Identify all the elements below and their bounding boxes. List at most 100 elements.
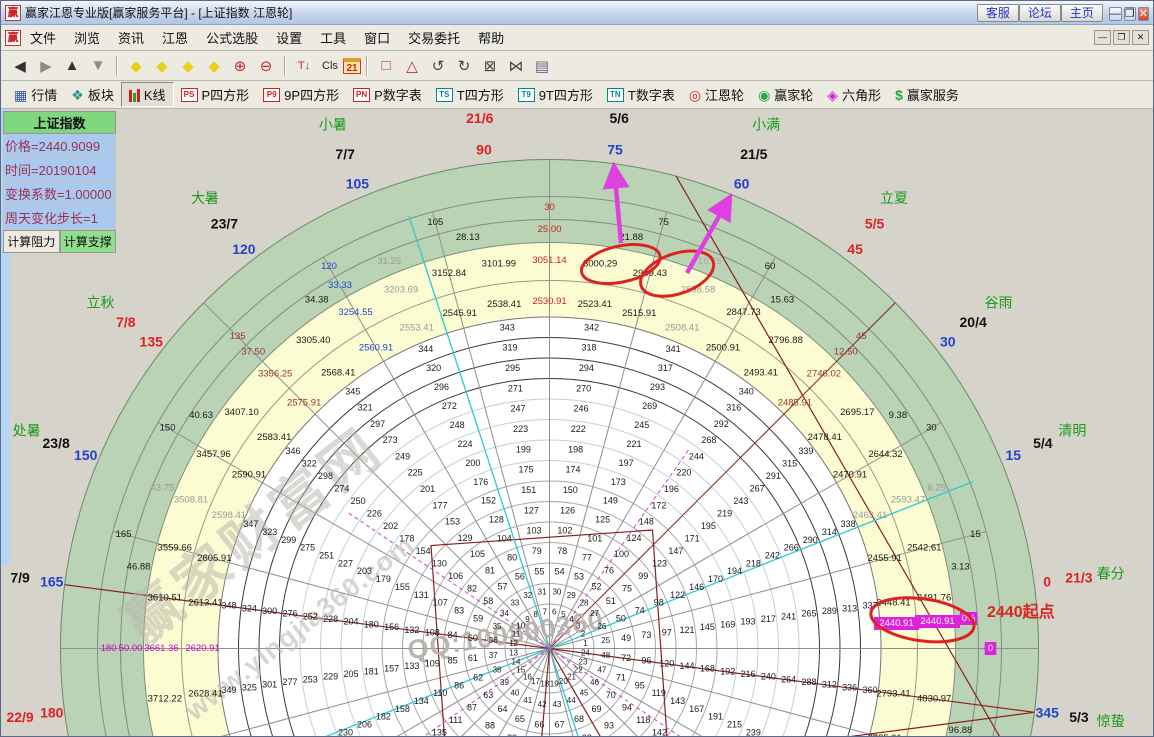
expand-icon[interactable]: ⊠ bbox=[478, 55, 502, 77]
zoom-out-icon[interactable]: ⊖ bbox=[254, 55, 278, 77]
sectors-button-label: 板块 bbox=[87, 88, 114, 103]
square-tool-icon[interactable]: □ bbox=[374, 55, 398, 77]
svg-text:29: 29 bbox=[567, 591, 576, 600]
svg-text:2598.41: 2598.41 bbox=[212, 510, 246, 521]
svg-text:247: 247 bbox=[510, 404, 525, 414]
svg-text:292: 292 bbox=[714, 419, 729, 429]
svg-text:227: 227 bbox=[338, 558, 353, 568]
svg-text:120: 120 bbox=[232, 241, 256, 257]
svg-text:2545.91: 2545.91 bbox=[443, 308, 477, 319]
mdi-close-button[interactable]: ✕ bbox=[1132, 30, 1149, 45]
svg-text:2530.91: 2530.91 bbox=[532, 296, 566, 307]
menu-item-交易委托[interactable]: 交易委托 bbox=[399, 28, 469, 49]
svg-text:170: 170 bbox=[708, 574, 723, 584]
nav-next-icon[interactable]: ▶ bbox=[34, 55, 58, 77]
svg-text:243: 243 bbox=[733, 496, 748, 506]
svg-text:296: 296 bbox=[434, 382, 449, 392]
triangle-tool-icon[interactable]: △ bbox=[400, 55, 424, 77]
svg-text:1: 1 bbox=[583, 639, 588, 648]
t-table-button[interactable]: TN T数字表 bbox=[600, 83, 682, 106]
calc-resistance-button[interactable]: 计算阻力 bbox=[3, 230, 60, 253]
zoom-in-icon[interactable]: ⊕ bbox=[228, 55, 252, 77]
menu-item-工具[interactable]: 工具 bbox=[311, 28, 355, 49]
kline-button[interactable]: K线 bbox=[120, 82, 174, 107]
svg-text:21/6: 21/6 bbox=[466, 110, 493, 126]
svg-text:290: 290 bbox=[803, 535, 818, 545]
mdi-restore-button[interactable]: ❐ bbox=[1113, 30, 1130, 45]
gann-wheel[interactable]: 赢家财富网www.yingjia360.comQQ:10080036012345… bbox=[1, 109, 1154, 737]
shrink-icon[interactable]: ⋈ bbox=[504, 55, 528, 77]
svg-text:12.50: 12.50 bbox=[834, 347, 858, 358]
board-icon[interactable]: ▤ bbox=[530, 55, 554, 77]
hexagon-icon: ◈ bbox=[827, 86, 839, 103]
calc-support-button[interactable]: 计算支撑 bbox=[59, 230, 116, 253]
calendar-icon[interactable]: 21 bbox=[343, 57, 361, 74]
svg-text:43: 43 bbox=[552, 700, 561, 709]
customer-service-button[interactable]: 客服 bbox=[976, 3, 1019, 22]
gann-wheel-icon: ◎ bbox=[688, 86, 702, 103]
svg-text:135: 135 bbox=[140, 334, 164, 350]
svg-text:40: 40 bbox=[510, 689, 519, 698]
cls-button[interactable]: Cls bbox=[318, 55, 342, 77]
diamond-up-icon[interactable]: ◆ bbox=[176, 55, 200, 77]
menu-item-设置[interactable]: 设置 bbox=[267, 28, 311, 49]
restore-button[interactable]: ❐ bbox=[1123, 6, 1136, 21]
svg-text:54: 54 bbox=[555, 566, 565, 576]
sectors-button[interactable]: ❖ 板块 bbox=[64, 83, 121, 106]
svg-text:77: 77 bbox=[582, 553, 592, 563]
range-tool-icon[interactable]: T↓ bbox=[292, 55, 316, 77]
menu-item-公式选股[interactable]: 公式选股 bbox=[197, 28, 267, 49]
nav-prev-icon[interactable]: ◀ bbox=[8, 55, 32, 77]
svg-text:50: 50 bbox=[616, 613, 626, 623]
rotate-cw-icon[interactable]: ↻ bbox=[452, 55, 476, 77]
t9-square-button[interactable]: T9 9T四方形 bbox=[511, 83, 600, 106]
svg-text:33.33: 33.33 bbox=[328, 280, 352, 291]
svg-text:152: 152 bbox=[481, 496, 496, 506]
svg-text:67: 67 bbox=[555, 719, 565, 729]
close-button[interactable]: ✕ bbox=[1137, 6, 1149, 21]
svg-text:217: 217 bbox=[761, 614, 776, 624]
quotes-button[interactable]: ▦ 行情 bbox=[7, 83, 64, 106]
forum-button[interactable]: 论坛 bbox=[1018, 3, 1061, 22]
mdi-minimize-button[interactable]: — bbox=[1094, 30, 1111, 45]
gann-wheel-button[interactable]: ◎ 江恩轮 bbox=[682, 83, 751, 106]
svg-text:28: 28 bbox=[580, 599, 589, 608]
svg-text:51: 51 bbox=[606, 596, 616, 606]
svg-text:3051.14: 3051.14 bbox=[532, 255, 566, 266]
menu-item-窗口[interactable]: 窗口 bbox=[355, 28, 399, 49]
menu-item-江恩[interactable]: 江恩 bbox=[153, 28, 197, 49]
svg-text:21/5: 21/5 bbox=[740, 146, 767, 162]
rotate-ccw-icon[interactable]: ↺ bbox=[426, 55, 450, 77]
tn-badge-icon: TN bbox=[606, 87, 624, 102]
svg-text:198: 198 bbox=[568, 444, 583, 454]
svg-text:6.25: 6.25 bbox=[927, 483, 946, 494]
p-square-button[interactable]: PS P四方形 bbox=[174, 83, 257, 106]
t-square-button[interactable]: TS T四方形 bbox=[429, 83, 511, 106]
svg-text:252: 252 bbox=[303, 611, 318, 621]
winner-service-button[interactable]: $ 赢家服务 bbox=[888, 83, 966, 106]
hexagon-button[interactable]: ◈ 六角形 bbox=[820, 83, 888, 106]
app-window: 赢 赢家江恩专业版[赢家服务平台] - [上证指数 江恩轮] 客服 论坛 主页 — ❐… bbox=[0, 0, 1154, 737]
diamond-down-icon[interactable]: ◆ bbox=[202, 55, 226, 77]
svg-text:谷雨: 谷雨 bbox=[985, 295, 1013, 311]
window-title: 赢家江恩专业版[赢家服务平台] - [上证指数 江恩轮] bbox=[25, 6, 293, 20]
diamond-left-icon[interactable]: ◆ bbox=[124, 55, 148, 77]
svg-text:小满: 小满 bbox=[752, 116, 780, 132]
menu-item-资讯[interactable]: 资讯 bbox=[109, 28, 153, 49]
menu-item-帮助[interactable]: 帮助 bbox=[469, 28, 513, 49]
svg-text:33: 33 bbox=[510, 599, 519, 608]
nav-down-icon[interactable]: ▼ bbox=[86, 55, 110, 77]
diamond-right-icon[interactable]: ◆ bbox=[150, 55, 174, 77]
window-controls: — ❐ ✕ bbox=[1107, 4, 1149, 22]
svg-text:94: 94 bbox=[622, 702, 632, 712]
svg-text:154: 154 bbox=[416, 546, 431, 556]
p9-square-button[interactable]: P9 9P四方形 bbox=[256, 83, 346, 106]
winner-wheel-button[interactable]: ◉ 赢家轮 bbox=[751, 83, 820, 106]
homepage-button[interactable]: 主页 bbox=[1060, 3, 1103, 22]
menu-item-浏览[interactable]: 浏览 bbox=[65, 28, 109, 49]
p-table-button[interactable]: PN P数字表 bbox=[346, 83, 429, 106]
menu-item-文件[interactable]: 文件 bbox=[21, 28, 65, 49]
nav-up-icon[interactable]: ▲ bbox=[60, 55, 84, 77]
svg-text:119: 119 bbox=[652, 688, 666, 698]
minimize-button[interactable]: — bbox=[1108, 6, 1122, 21]
